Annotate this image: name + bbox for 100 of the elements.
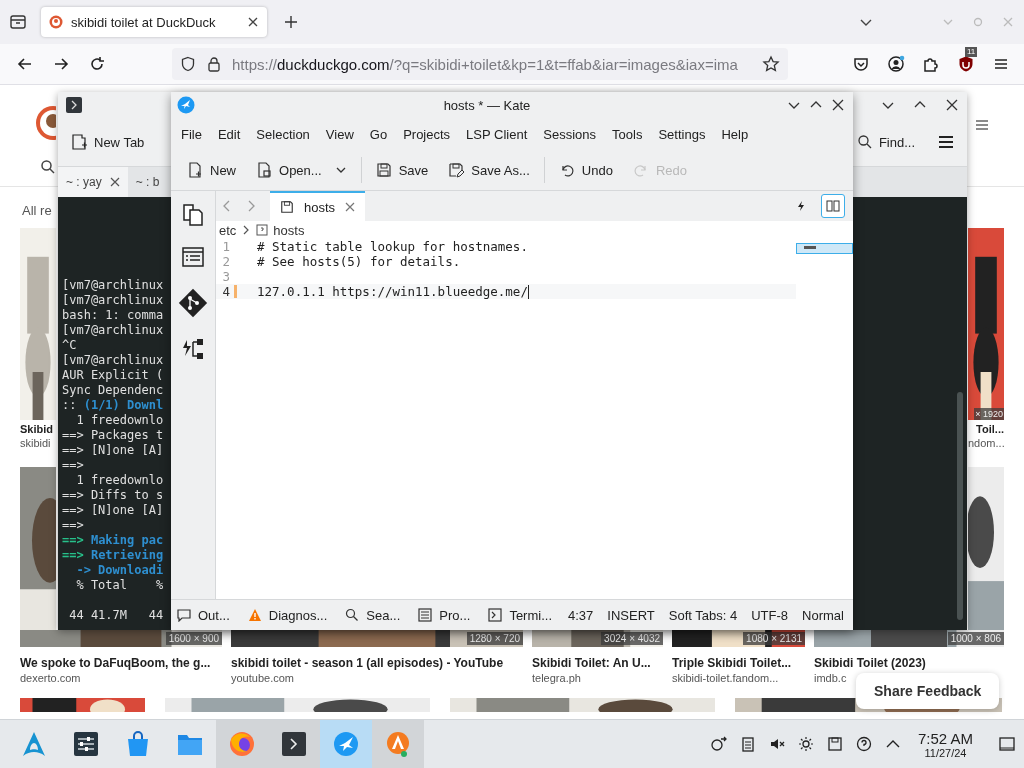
image-source[interactable]: telegra.ph [532, 672, 581, 684]
terminal-line: [vm7@archlinux [62, 293, 164, 307]
extension-badge: 11 [965, 47, 978, 57]
panel-button[interactable]: Pro... [416, 607, 473, 623]
muted-speaker-icon[interactable] [768, 736, 785, 752]
clipboard-icon[interactable] [739, 736, 756, 752]
image-source[interactable]: imdb.c [814, 672, 847, 684]
help-icon[interactable] [855, 736, 872, 752]
menu-item[interactable]: LSP Client [458, 126, 536, 142]
panel-button[interactable]: Sea... [343, 607, 403, 623]
new-tab-icon[interactable] [283, 14, 299, 30]
toolbar-button[interactable]: Save As... [442, 158, 536, 182]
image-title[interactable]: skibidi toilet - season 1 (all episodes) - YouTube [231, 656, 504, 670]
list-icon[interactable] [181, 245, 205, 269]
image-title[interactable]: Triple Skibidi Toilet... [672, 656, 792, 670]
image-title[interactable]: Toil... [976, 423, 1004, 435]
new-tab-icon [70, 133, 88, 151]
bird-icon [177, 96, 195, 114]
documents-icon[interactable] [181, 203, 205, 227]
image-title[interactable]: Skibid [20, 423, 56, 435]
status-item[interactable]: UTF-8 [751, 607, 789, 623]
status-item[interactable]: Normal [802, 607, 844, 623]
panel-button[interactable]: Out... [175, 607, 232, 623]
menu-item[interactable]: Projects [395, 126, 459, 142]
menu-item[interactable]: Edit [209, 126, 249, 142]
terminal-line: ==> [N]one [A] [62, 503, 164, 517]
terminal-line: :: (1/1) Downl [62, 398, 164, 412]
lightning-icon[interactable] [795, 200, 807, 212]
panel-button[interactable]: Diagnos... [245, 607, 330, 623]
menu-item[interactable]: File [173, 126, 210, 142]
brightness-icon[interactable] [797, 736, 814, 752]
browser-tab[interactable]: skibidi toilet at DuckDuck [41, 7, 267, 37]
image-title[interactable]: We spoke to DaFuqBoom, the g... [20, 656, 211, 670]
image-source[interactable]: ndom... [968, 437, 1005, 449]
clock-time[interactable]: 7:52 AM [917, 729, 973, 747]
puzzle-icon[interactable] [922, 55, 940, 73]
menu-item[interactable]: Tools [604, 126, 651, 142]
image-source[interactable]: skibidi-toilet.fandom... [672, 672, 779, 684]
status-item[interactable]: Soft Tabs: 4 [668, 607, 738, 623]
close-icon[interactable] [247, 16, 259, 28]
lsp-icon[interactable] [181, 337, 205, 361]
terminal-line: ==> [N]one [A] [62, 443, 164, 457]
image-title[interactable]: Skibidi Toilet: An U... [532, 656, 651, 670]
star-icon[interactable] [762, 55, 780, 73]
share-feedback-button[interactable]: Share Feedback [856, 673, 1000, 709]
menu-item[interactable]: View [317, 126, 362, 142]
image-source[interactable]: skibidi [20, 437, 56, 449]
breadcrumb-item[interactable]: etc [219, 222, 237, 238]
address-bar[interactable]: https://duckduckgo.com/?q=skibidi+toilet&kp=1&t=ffab&iar=images&iax=ima [172, 48, 788, 80]
close-icon[interactable] [109, 177, 120, 187]
image-size: 1000 × 806 [947, 632, 1004, 645]
new-tab-button[interactable]: New Tab [70, 133, 145, 151]
close-icon[interactable] [945, 98, 959, 112]
arch-icon [20, 730, 48, 758]
clock-date[interactable]: 11/27/24 [924, 746, 967, 759]
list-icon [418, 608, 433, 622]
taskbar-app[interactable] [268, 720, 320, 768]
find-button[interactable]: Find... [856, 134, 915, 150]
terminal-tab[interactable]: ~ : yay [58, 167, 128, 197]
toolbar-button[interactable]: Undo [552, 158, 619, 182]
minimap[interactable] [796, 243, 853, 255]
reload-icon[interactable] [88, 55, 106, 73]
pocket-icon[interactable] [852, 55, 870, 73]
menu-item[interactable]: Settings [650, 126, 714, 142]
menu-icon[interactable] [937, 133, 955, 151]
toolbar-button[interactable]: Save [369, 158, 435, 182]
image-source[interactable]: youtube.com [231, 672, 294, 684]
search-icon[interactable] [40, 159, 56, 175]
status-item[interactable]: INSERT [607, 607, 655, 623]
code-line: # Static table lookup for hostnames. [257, 239, 528, 254]
terminal-line: Sync Dependenc [62, 383, 164, 397]
menu-item[interactable]: Sessions [535, 126, 605, 142]
status-item[interactable]: 4:37 [568, 607, 594, 623]
image-title[interactable]: Skibidi Toilet (2023) [814, 656, 926, 670]
shield-extension-icon[interactable] [957, 55, 975, 73]
menu-item[interactable]: Selection [248, 126, 318, 142]
toolbar-button[interactable]: New [181, 158, 242, 182]
menu-item[interactable]: Help [713, 126, 757, 142]
file-icon [256, 224, 269, 236]
document-tab[interactable]: hosts [270, 191, 366, 221]
terminal-icon [66, 97, 82, 113]
filter-label[interactable]: All re [22, 203, 56, 219]
show-desktop-icon[interactable] [998, 735, 1016, 753]
image-source[interactable]: dexerto.com [20, 672, 81, 684]
scrollbar[interactable] [957, 392, 963, 620]
open-file-icon [256, 162, 272, 178]
panel-button[interactable]: Termi... [486, 607, 554, 623]
tab-list-icon[interactable] [9, 13, 27, 31]
shield-icon[interactable] [180, 56, 196, 72]
split-view-button[interactable] [821, 194, 845, 218]
toolbar-button[interactable]: Open... [250, 158, 353, 182]
line-number: 3 [221, 269, 230, 284]
speech-bubble-icon [177, 608, 191, 622]
terminal-line: ^C [62, 338, 77, 352]
menu-item[interactable]: Go [361, 126, 396, 142]
close-icon[interactable] [831, 98, 845, 112]
account-icon[interactable] [887, 55, 905, 73]
breadcrumb-item[interactable]: hosts [273, 222, 305, 238]
terminal-tab[interactable]: ~ : b [127, 167, 168, 197]
network-icon[interactable] [710, 736, 727, 752]
